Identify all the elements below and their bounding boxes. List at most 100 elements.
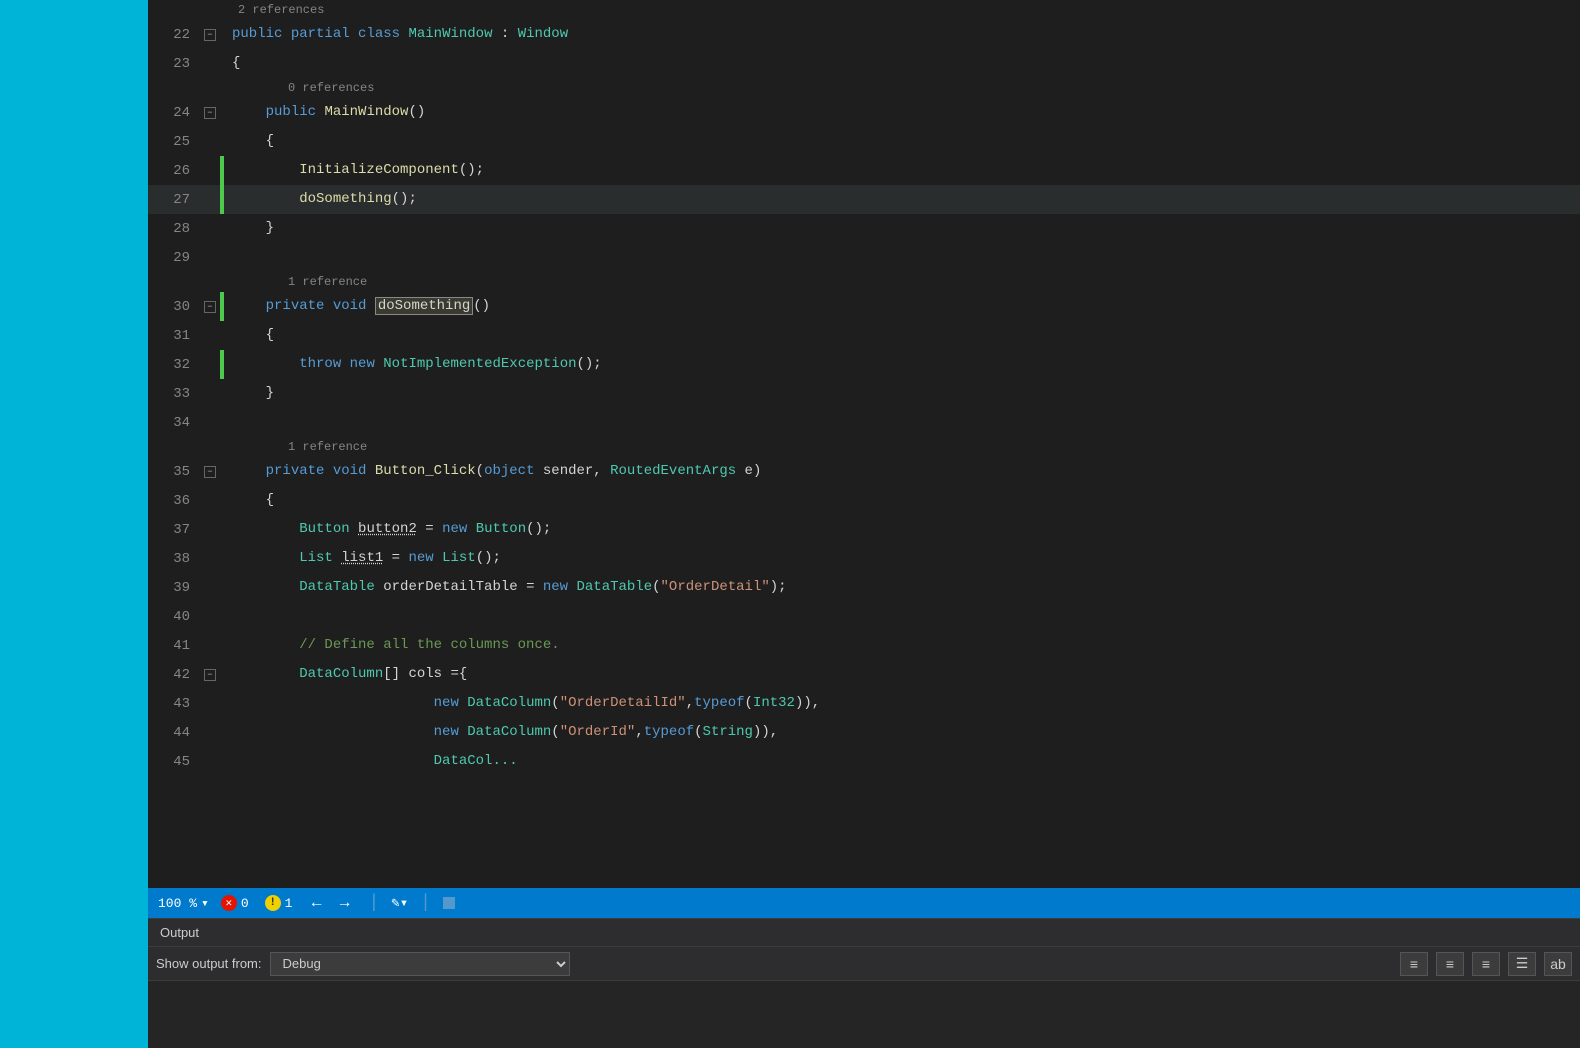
code-content-30: private void doSomething() <box>224 292 1580 321</box>
error-warning-area: ✕ 0 ! 1 <box>221 895 293 911</box>
collapse-btn-35[interactable]: − <box>204 466 216 478</box>
gutter-30[interactable]: − <box>200 301 220 313</box>
code-line-26: 26 InitializeComponent(); <box>148 156 1580 185</box>
error-count: 0 <box>241 896 249 911</box>
warning-count: 1 <box>285 896 293 911</box>
code-line-44: 44 new DataColumn("OrderId",typeof(Strin… <box>148 718 1580 747</box>
line-num-24: 24 <box>148 105 200 121</box>
output-btn-5[interactable]: ab <box>1544 952 1572 976</box>
code-content-36: { <box>224 486 1580 515</box>
code-content-22: public partial class MainWindow : Window <box>224 20 1580 49</box>
line-num-29: 29 <box>148 250 200 266</box>
output-source-select[interactable]: Debug Build Tests <box>270 952 570 976</box>
line-num-36: 36 <box>148 493 200 509</box>
line-num-42: 42 <box>148 667 200 683</box>
code-line-42: 42 − DataColumn[] cols ={ <box>148 660 1580 689</box>
code-content-41: // Define all the columns once. <box>224 631 1580 660</box>
code-line-32: 32 throw new NotImplementedException(); <box>148 350 1580 379</box>
code-line-34: 34 <box>148 408 1580 437</box>
error-icon: ✕ <box>221 895 237 911</box>
nav-back-button[interactable]: ← <box>304 892 328 914</box>
line-num-26: 26 <box>148 163 200 179</box>
output-btn-2[interactable]: ≡ <box>1436 952 1464 976</box>
output-btn-1[interactable]: ≡ <box>1400 952 1428 976</box>
code-content-38: List list1 = new List(); <box>224 544 1580 573</box>
ref-line-30: 1 reference <box>148 272 1580 292</box>
left-sidebar <box>0 0 148 1048</box>
line-num-27: 27 <box>148 192 200 208</box>
code-line-25: 25 { <box>148 127 1580 156</box>
annotation-icon[interactable]: ✎▾ <box>391 895 408 912</box>
code-line-22: 22 − public partial class MainWindow : W… <box>148 20 1580 49</box>
gutter-24[interactable]: − <box>200 107 220 119</box>
ref-count-22: 2 references <box>238 3 324 17</box>
show-output-label: Show output from: <box>156 956 262 971</box>
code-line-37: 37 Button button2 = new Button(); <box>148 515 1580 544</box>
output-title: Output <box>160 925 199 940</box>
code-line-36: 36 { <box>148 486 1580 515</box>
scroll-indicator[interactable] <box>443 897 455 909</box>
code-content-28: } <box>224 214 1580 243</box>
zoom-control[interactable]: 100 % ▾ <box>158 896 209 911</box>
line-num-22: 22 <box>148 27 200 43</box>
line-num-25: 25 <box>148 134 200 150</box>
line-num-41: 41 <box>148 638 200 654</box>
gutter-35[interactable]: − <box>200 466 220 478</box>
code-content-42: DataColumn[] cols ={ <box>224 660 1580 689</box>
code-content-26: InitializeComponent(); <box>224 156 1580 185</box>
line-num-37: 37 <box>148 522 200 538</box>
separator-1: | <box>368 893 379 913</box>
code-line-31: 31 { <box>148 321 1580 350</box>
collapse-btn-42[interactable]: − <box>204 669 216 681</box>
ref-count-30: 1 reference <box>288 275 367 289</box>
code-content-39: DataTable orderDetailTable = new DataTab… <box>224 573 1580 602</box>
code-content-25: { <box>224 127 1580 156</box>
output-btn-4[interactable]: ☰ <box>1508 952 1536 976</box>
line-num-30: 30 <box>148 299 200 315</box>
output-header: Output <box>148 919 1580 947</box>
nav-arrows: ← → <box>304 892 356 914</box>
line-num-43: 43 <box>148 696 200 712</box>
gutter-22[interactable]: − <box>200 29 220 41</box>
line-num-23: 23 <box>148 56 200 72</box>
code-content-24: public MainWindow() <box>224 98 1580 127</box>
zoom-dropdown-icon[interactable]: ▾ <box>201 896 209 911</box>
line-num-35: 35 <box>148 464 200 480</box>
nav-forward-button[interactable]: → <box>332 892 356 914</box>
line-num-40: 40 <box>148 609 200 625</box>
zoom-label: 100 % <box>158 896 197 911</box>
error-count-item[interactable]: ✕ 0 <box>221 895 249 911</box>
gutter-42[interactable]: − <box>200 669 220 681</box>
ref-line-24: 0 references <box>148 78 1580 98</box>
line-num-45: 45 <box>148 754 200 770</box>
code-content-23: { <box>224 49 1580 78</box>
editor-container: 2 references 22 − public partial class M… <box>148 0 1580 1048</box>
code-line-43: 43 new DataColumn("OrderDetailId",typeof… <box>148 689 1580 718</box>
output-toolbar: Show output from: Debug Build Tests ≡ ≡ … <box>148 947 1580 981</box>
code-content-44: new DataColumn("OrderId",typeof(String))… <box>224 718 1580 747</box>
ref-count-35: 1 reference <box>288 440 367 454</box>
code-line-40: 40 <box>148 602 1580 631</box>
code-content-37: Button button2 = new Button(); <box>224 515 1580 544</box>
line-num-39: 39 <box>148 580 200 596</box>
code-line-39: 39 DataTable orderDetailTable = new Data… <box>148 573 1580 602</box>
code-line-28: 28 } <box>148 214 1580 243</box>
collapse-btn-22[interactable]: − <box>204 29 216 41</box>
line-num-33: 33 <box>148 386 200 402</box>
code-line-35: 35 − private void Button_Click(object se… <box>148 457 1580 486</box>
code-content-35: private void Button_Click(object sender,… <box>224 457 1580 486</box>
output-btn-3[interactable]: ≡ <box>1472 952 1500 976</box>
code-line-27: 27 doSomething(); <box>148 185 1580 214</box>
warning-count-item[interactable]: ! 1 <box>265 895 293 911</box>
collapse-btn-30[interactable]: − <box>204 301 216 313</box>
code-area[interactable]: 2 references 22 − public partial class M… <box>148 0 1580 888</box>
ref-count-24: 0 references <box>288 81 374 95</box>
collapse-btn-24[interactable]: − <box>204 107 216 119</box>
line-num-34: 34 <box>148 415 200 431</box>
code-content-45: DataCol... <box>224 747 1580 776</box>
separator-2: | <box>420 893 431 913</box>
code-content-33: } <box>224 379 1580 408</box>
code-line-29: 29 <box>148 243 1580 272</box>
line-num-32: 32 <box>148 357 200 373</box>
warning-icon: ! <box>265 895 281 911</box>
